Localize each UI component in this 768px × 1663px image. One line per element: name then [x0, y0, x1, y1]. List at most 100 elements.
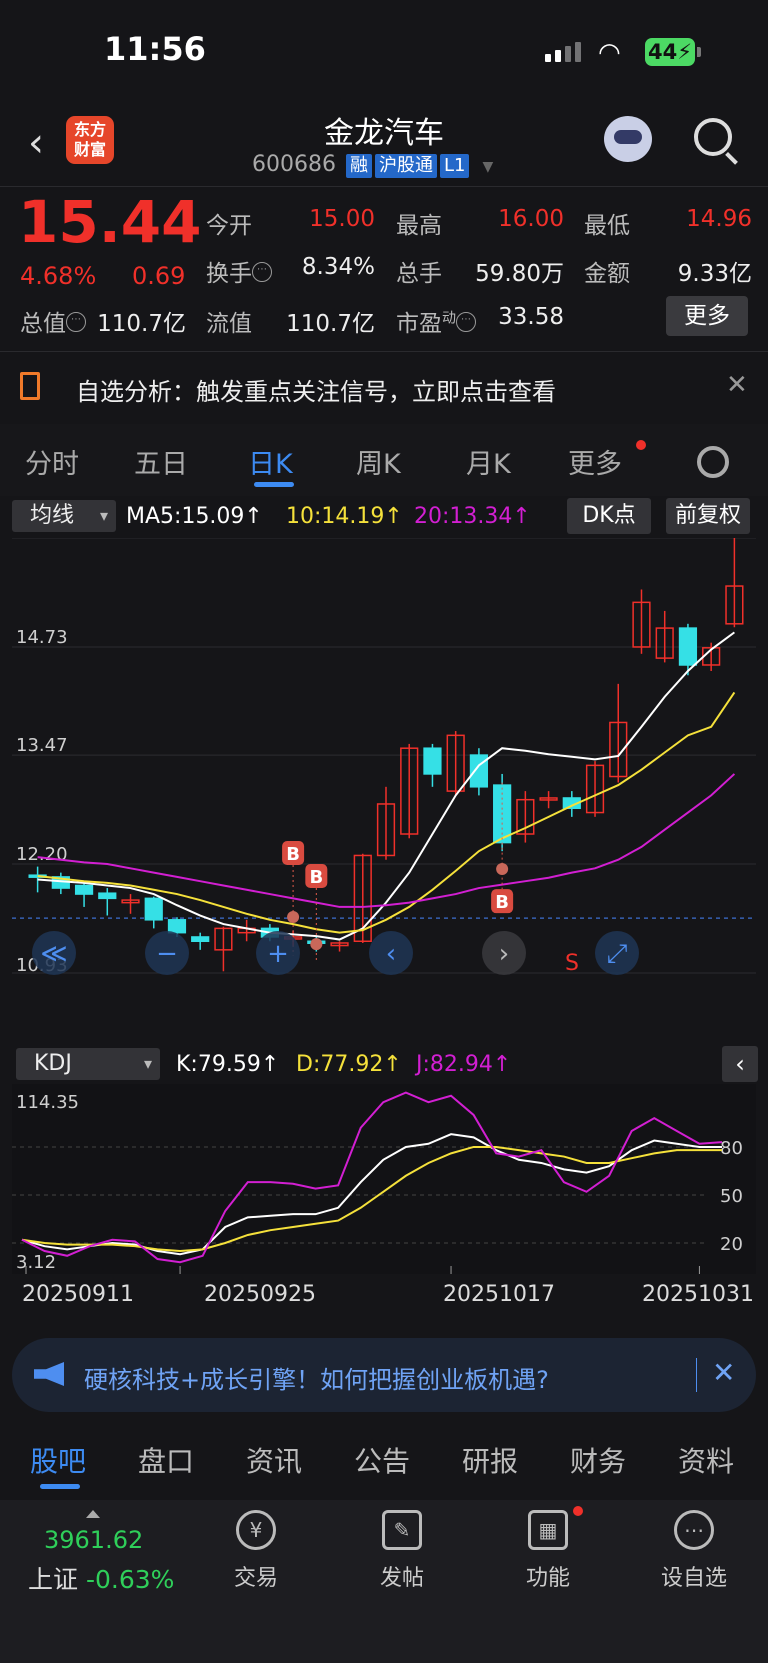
- kdj-chart[interactable]: 80 50 20 114.35 3.12: [12, 1084, 756, 1274]
- ma5-label: MA5:15.09↑: [126, 504, 263, 529]
- tab-five-day[interactable]: 五日: [134, 442, 188, 481]
- pe-sup: 动: [442, 310, 456, 327]
- gear-icon[interactable]: [697, 446, 729, 478]
- ref-label: 20: [720, 1234, 743, 1255]
- more-dots-icon: ⋯: [674, 1510, 714, 1550]
- tab-profile[interactable]: 资料: [678, 1440, 734, 1480]
- label-low: 最低: [584, 213, 630, 239]
- notice-banner[interactable]: 自选分析：触发重点关注信号，立即点击查看 ✕: [0, 352, 768, 422]
- d-label: D:77.92↑: [296, 1052, 402, 1077]
- date-tick: 20250911: [22, 1282, 134, 1307]
- y-tick-label: 3.12: [16, 1252, 56, 1273]
- status-time: 11:56: [104, 30, 206, 68]
- y-tick-label: 13.47: [16, 735, 68, 756]
- tab-news[interactable]: 资讯: [246, 1440, 302, 1480]
- value-open: 15.00: [309, 206, 375, 232]
- y-tick-label: 12.20: [16, 844, 68, 865]
- trade-icon: ¥: [236, 1510, 276, 1550]
- tag-margin: 融: [345, 154, 372, 178]
- wifi-icon: ◠: [598, 38, 621, 68]
- nav-functions-label: 功能: [525, 1566, 570, 1591]
- tab-order-book[interactable]: 盘口: [138, 1440, 194, 1480]
- expand-up-icon[interactable]: [86, 1510, 100, 1518]
- ref-label: 80: [720, 1138, 743, 1159]
- date-axis: 20250911 20250925 20251017 20251031: [0, 1282, 768, 1322]
- label-high: 最高: [396, 213, 442, 239]
- marker-dot: [287, 910, 300, 923]
- tab-more[interactable]: 更多: [568, 442, 622, 481]
- y-tick-label: 114.35: [16, 1092, 79, 1113]
- close-icon[interactable]: ✕: [712, 1356, 735, 1389]
- ma10-label: 10:14.19↑: [286, 504, 403, 529]
- battery-level: 44: [648, 40, 678, 64]
- indicator-select-ma[interactable]: 均线: [12, 500, 116, 532]
- cell-signal-icon: [545, 42, 585, 62]
- ad-banner[interactable]: 硬核科技+成长引擎！如何把握创业板机遇? ✕: [12, 1338, 756, 1412]
- zoom-in-icon[interactable]: +: [256, 931, 300, 975]
- nav-trade[interactable]: ¥ 交易: [206, 1510, 306, 1592]
- nav-post[interactable]: ✎ 发帖: [352, 1510, 452, 1592]
- tab-daily-k[interactable]: 日K: [248, 442, 293, 481]
- dk-point-button[interactable]: DK点: [567, 498, 651, 534]
- kdj-svg[interactable]: 80 50 20 114.35 3.12: [12, 1084, 756, 1274]
- candlestick-chart[interactable]: 16.0014.7313.4712.2010.93BBB≪−+‹›⤢S: [12, 518, 756, 1044]
- nav-add-watchlist[interactable]: ⋯ 设自选: [644, 1510, 744, 1592]
- assistant-robot-icon[interactable]: [604, 116, 652, 162]
- buy-marker-label: B: [286, 844, 300, 865]
- more-button[interactable]: 更多: [666, 296, 748, 336]
- zoom-out-icon-glyph: −: [156, 939, 178, 969]
- label-total-cap: 总值 ⋯: [20, 304, 86, 338]
- index-value[interactable]: 3961.62: [44, 1526, 143, 1554]
- nav-functions[interactable]: ▦ 功能: [498, 1510, 598, 1592]
- value-low: 14.96: [686, 206, 752, 232]
- tab-monthly-k[interactable]: 月K: [466, 442, 511, 481]
- active-tab-indicator: [40, 1484, 80, 1489]
- info-dots-icon[interactable]: ⋯: [456, 312, 476, 333]
- label-turnover-text: 换手: [206, 261, 252, 287]
- tab-forum[interactable]: 股吧: [30, 1440, 86, 1480]
- notice-text: 自选分析：触发重点关注信号，立即点击查看: [76, 378, 556, 406]
- close-icon[interactable]: ✕: [726, 370, 748, 400]
- fullscreen-icon-glyph: ⤢: [607, 939, 628, 969]
- tab-financials[interactable]: 财务: [570, 1440, 626, 1480]
- y-tick-label: 14.73: [16, 627, 68, 648]
- next-icon[interactable]: ›: [482, 931, 526, 975]
- label-open: 今开: [206, 213, 252, 239]
- tab-announcements[interactable]: 公告: [354, 1440, 410, 1480]
- info-dots-icon[interactable]: ⋯: [252, 262, 272, 283]
- scroll-left-icon[interactable]: ≪: [32, 931, 76, 975]
- last-price: 15.44: [18, 188, 202, 256]
- value-pe: 33.58: [498, 304, 564, 330]
- megaphone-icon: [34, 1362, 64, 1386]
- search-icon[interactable]: [694, 118, 732, 156]
- tab-research[interactable]: 研报: [462, 1440, 518, 1480]
- prev-icon[interactable]: ‹: [369, 931, 413, 975]
- stock-code-row[interactable]: 600686 融沪股通 L1 ▼: [252, 152, 493, 178]
- collapse-chevron-icon[interactable]: ‹: [722, 1046, 758, 1082]
- indicator-select-kdj[interactable]: KDJ: [16, 1048, 160, 1080]
- tag-connect: 沪股通: [374, 154, 437, 178]
- candle-body: [74, 884, 94, 895]
- j-label: J:82.94↑: [416, 1052, 512, 1077]
- status-bar: 11:56 ◠ 44⚡: [0, 0, 768, 100]
- caret-down-icon: ▼: [482, 159, 494, 175]
- ref-label: 50: [720, 1186, 743, 1207]
- ad-text: 硬核科技+成长引擎！如何把握创业板机遇?: [84, 1366, 549, 1394]
- change-amount: 0.69: [132, 262, 186, 290]
- next-icon-glyph: ›: [499, 939, 509, 969]
- zoom-out-icon[interactable]: −: [145, 931, 189, 975]
- tab-weekly-k[interactable]: 周K: [356, 442, 401, 481]
- adjust-button[interactable]: 前复权: [666, 498, 750, 534]
- prev-icon-glyph: ‹: [386, 939, 396, 969]
- label-pe: 市盈动 ⋯: [396, 304, 476, 338]
- value-total-cap: 110.7亿: [97, 311, 186, 337]
- candlestick-svg[interactable]: 16.0014.7313.4712.2010.93BBB≪−+‹›⤢S: [12, 518, 756, 1044]
- y-tick-label: 16.00: [16, 538, 68, 539]
- tab-intraday[interactable]: 分时: [25, 442, 79, 481]
- zoom-in-icon-glyph: +: [267, 939, 289, 969]
- info-dots-icon[interactable]: ⋯: [66, 312, 86, 333]
- index-label[interactable]: 上证 -0.63%: [28, 1560, 174, 1596]
- fullscreen-icon[interactable]: ⤢: [595, 931, 639, 975]
- quote-panel: 15.44 4.68% 0.69 今开 15.00 最高 16.00 最低 14…: [0, 186, 768, 351]
- buy-marker-label: B: [309, 867, 323, 888]
